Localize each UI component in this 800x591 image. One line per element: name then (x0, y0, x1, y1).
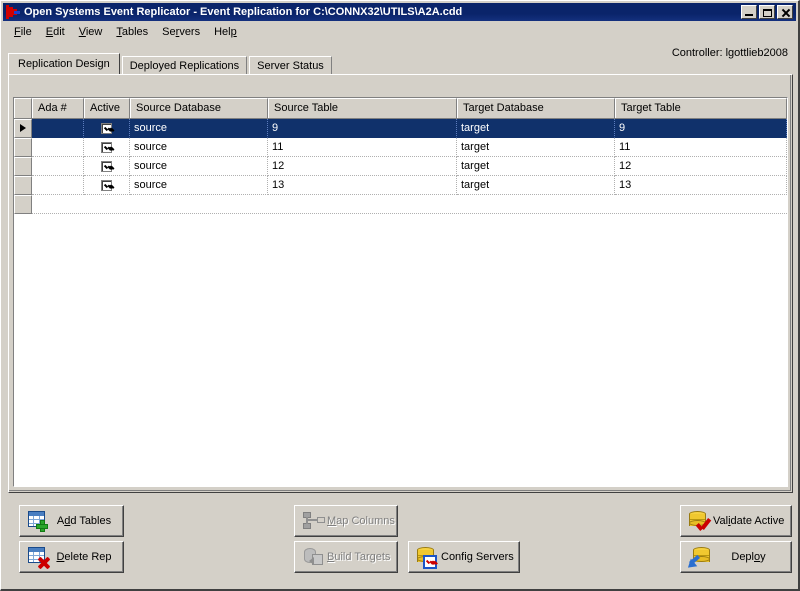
deploy-label: Deploy (713, 551, 790, 563)
delete-rep-button[interactable]: Delete Rep (19, 541, 124, 573)
column-header-ada-number[interactable]: Ada # (32, 98, 84, 118)
grid-corner-header (14, 98, 32, 118)
add-table-icon (26, 509, 52, 533)
row-selector[interactable] (14, 157, 32, 176)
replication-design-panel: Ada # Active Source Database Source Tabl… (8, 74, 793, 493)
menu-view[interactable]: View (72, 24, 110, 40)
menu-servers[interactable]: Servers (155, 24, 207, 40)
window-controls (741, 5, 793, 19)
application-window: Open Systems Event Replicator - Event Re… (0, 0, 800, 591)
cell-ada-number[interactable] (32, 176, 84, 195)
tab-deployed-replications[interactable]: Deployed Replications (122, 56, 247, 74)
validate-active-icon (687, 509, 713, 533)
config-servers-label: Config Servers (441, 551, 520, 563)
tab-strip: Replication Design Deployed Replications… (8, 54, 334, 74)
cell-ada-number[interactable] (32, 119, 84, 138)
deploy-icon (687, 545, 713, 569)
table-row[interactable]: source 13 target 13 (14, 176, 787, 195)
table-row[interactable]: source 11 target 11 (14, 138, 787, 157)
validate-active-button[interactable]: Validate Active (680, 505, 792, 537)
controller-label: Controller: lgottlieb2008 (672, 47, 788, 59)
config-servers-icon (415, 545, 441, 569)
current-row-caret-icon (20, 124, 26, 132)
close-button[interactable] (777, 5, 793, 19)
menu-help[interactable]: Help (207, 24, 244, 40)
window-title: Open Systems Event Replicator - Event Re… (24, 6, 741, 18)
grid-new-row[interactable] (14, 195, 787, 214)
cell-source-database[interactable]: source (130, 176, 268, 195)
grid-header-row: Ada # Active Source Database Source Tabl… (14, 98, 787, 119)
table-row[interactable]: source 9 target 9 (14, 119, 787, 138)
menu-edit[interactable]: Edit (39, 24, 72, 40)
column-header-target-table[interactable]: Target Table (615, 98, 787, 118)
active-checkbox[interactable] (101, 180, 112, 191)
map-columns-button[interactable]: Map Columns (294, 505, 398, 537)
cell-source-database[interactable]: source (130, 119, 268, 138)
cell-active[interactable] (84, 138, 130, 157)
cell-target-database[interactable]: target (457, 119, 615, 138)
cell-source-table[interactable]: 13 (268, 176, 457, 195)
menu-bar: File Edit View Tables Servers Help (3, 22, 796, 41)
map-columns-label: Map Columns (327, 515, 401, 527)
minimize-button[interactable] (741, 5, 757, 19)
tab-replication-design[interactable]: Replication Design (8, 53, 120, 74)
cell-target-table[interactable]: 11 (615, 138, 787, 157)
row-selector[interactable] (14, 119, 32, 138)
validate-active-label: Validate Active (713, 515, 790, 527)
grid-empty-area (32, 195, 787, 214)
build-targets-button[interactable]: Build Targets (294, 541, 398, 573)
cell-source-table[interactable]: 9 (268, 119, 457, 138)
row-selector[interactable] (14, 176, 32, 195)
title-bar: Open Systems Event Replicator - Event Re… (3, 3, 796, 21)
cell-target-table[interactable]: 12 (615, 157, 787, 176)
panel-inner: Ada # Active Source Database Source Tabl… (9, 75, 791, 491)
row-selector[interactable] (14, 195, 32, 214)
cell-target-database[interactable]: target (457, 176, 615, 195)
column-header-active[interactable]: Active (84, 98, 130, 118)
column-header-source-database[interactable]: Source Database (130, 98, 268, 118)
map-columns-icon (301, 509, 327, 533)
add-tables-label: Add Tables (52, 515, 122, 527)
replication-grid[interactable]: Ada # Active Source Database Source Tabl… (13, 97, 788, 487)
cell-active[interactable] (84, 176, 130, 195)
column-header-source-table[interactable]: Source Table (268, 98, 457, 118)
cell-active[interactable] (84, 157, 130, 176)
cell-active[interactable] (84, 119, 130, 138)
build-targets-label: Build Targets (327, 551, 396, 563)
delete-rep-label: Delete Rep (52, 551, 122, 563)
menu-file[interactable]: File (7, 24, 39, 40)
cell-ada-number[interactable] (32, 138, 84, 157)
maximize-button[interactable] (759, 5, 775, 19)
tab-server-status[interactable]: Server Status (249, 56, 332, 74)
cell-ada-number[interactable] (32, 157, 84, 176)
cell-source-database[interactable]: source (130, 157, 268, 176)
table-row[interactable]: source 12 target 12 (14, 157, 787, 176)
cell-target-database[interactable]: target (457, 138, 615, 157)
active-checkbox[interactable] (101, 123, 112, 134)
grid-body: source 9 target 9 source 11 target 11 (14, 119, 787, 486)
cell-source-table[interactable]: 11 (268, 138, 457, 157)
add-tables-button[interactable]: Add Tables (19, 505, 124, 537)
active-checkbox[interactable] (101, 161, 112, 172)
column-header-target-database[interactable]: Target Database (457, 98, 615, 118)
action-button-bar: Add Tables Delete Rep Map Columns (8, 498, 793, 580)
app-logo-icon (5, 4, 21, 20)
cell-source-database[interactable]: source (130, 138, 268, 157)
config-servers-button[interactable]: Config Servers (408, 541, 520, 573)
cell-target-database[interactable]: target (457, 157, 615, 176)
deploy-button[interactable]: Deploy (680, 541, 792, 573)
active-checkbox[interactable] (101, 142, 112, 153)
build-targets-icon (301, 545, 327, 569)
cell-target-table[interactable]: 9 (615, 119, 787, 138)
row-selector[interactable] (14, 138, 32, 157)
menu-tables[interactable]: Tables (109, 24, 155, 40)
cell-target-table[interactable]: 13 (615, 176, 787, 195)
cell-source-table[interactable]: 12 (268, 157, 457, 176)
delete-table-icon (26, 545, 52, 569)
